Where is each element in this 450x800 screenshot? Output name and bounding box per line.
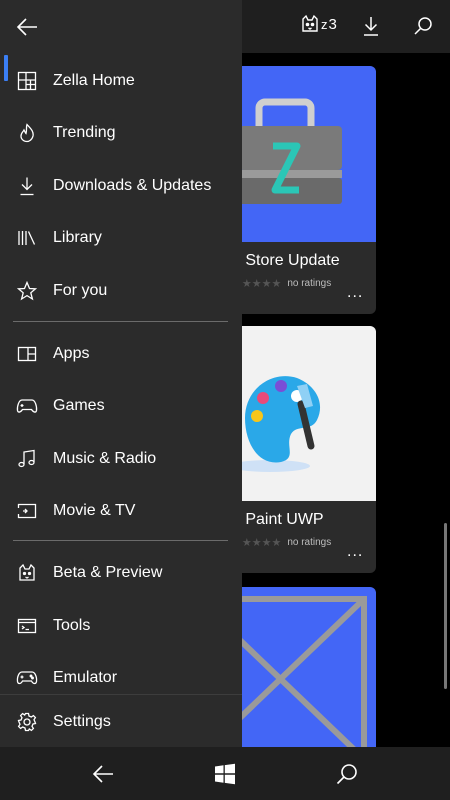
nav-item-music-radio[interactable]: Music & Radio <box>0 434 242 484</box>
console-icon <box>16 615 38 637</box>
nav-item-zella-home[interactable]: Zella Home <box>0 56 242 106</box>
notifications-badge[interactable]: z 3 <box>300 14 337 34</box>
nav-item-library[interactable]: Library <box>0 213 242 263</box>
music-icon <box>16 448 38 470</box>
nav-label: Games <box>53 397 105 414</box>
apps-icon <box>16 343 38 365</box>
flame-icon <box>16 122 38 144</box>
controller-icon <box>16 667 38 689</box>
windows-logo-icon <box>214 763 236 785</box>
download-icon[interactable] <box>358 13 384 39</box>
gear-icon <box>16 711 38 733</box>
badge-count: 3 <box>328 15 337 33</box>
nav-label: Tools <box>53 617 91 634</box>
nav-item-emulator[interactable]: Emulator <box>0 653 242 703</box>
app-rating: ★★★★★ no ratings <box>232 277 331 290</box>
back-button[interactable] <box>12 12 42 42</box>
arrow-left-icon <box>91 764 115 784</box>
nav-item-movie-tv[interactable]: Movie & TV <box>0 486 242 536</box>
nav-item-tools[interactable]: Tools <box>0 601 242 651</box>
nav-item-trending[interactable]: Trending <box>0 108 242 158</box>
star-icon <box>16 280 38 302</box>
gamepad-icon <box>16 395 38 417</box>
app-rating: ★★★★★ no ratings <box>232 536 331 549</box>
rating-text: no ratings <box>287 537 332 548</box>
download-icon <box>16 175 38 197</box>
nav-label: Music & Radio <box>53 450 157 467</box>
system-navigation-bar <box>0 747 450 800</box>
nav-item-for-you[interactable]: For you <box>0 266 242 316</box>
nav-item-downloads-updates[interactable]: Downloads & Updates <box>0 161 242 211</box>
nav-label: Library <box>53 229 102 246</box>
search-icon <box>336 763 358 785</box>
nav-item-games[interactable]: Games <box>0 381 242 431</box>
menu-separator <box>13 321 228 322</box>
nav-item-settings[interactable]: Settings <box>0 697 242 747</box>
home-grid-icon <box>16 70 38 92</box>
nav-label: For you <box>53 282 108 299</box>
system-back-button[interactable] <box>89 760 117 788</box>
nav-label: Beta & Preview <box>53 564 163 581</box>
library-icon <box>16 227 38 249</box>
navigation-drawer: Zella Home Trending Downloads & Updates … <box>0 0 242 747</box>
more-options-button[interactable]: ... <box>347 284 363 302</box>
search-icon[interactable] <box>410 13 436 39</box>
start-button[interactable] <box>211 760 239 788</box>
menu-separator <box>13 540 228 541</box>
badge-z: z <box>321 16 328 32</box>
cat-icon <box>16 562 38 584</box>
system-search-button[interactable] <box>333 760 361 788</box>
arrow-left-icon <box>15 17 39 37</box>
app-title: a Store Update <box>232 252 340 269</box>
movie-icon <box>16 500 38 522</box>
more-options-button[interactable]: ... <box>347 543 363 561</box>
nav-label: Settings <box>53 713 111 730</box>
nav-label: Zella Home <box>53 72 135 89</box>
settings-divider <box>0 694 242 695</box>
nav-label: Apps <box>53 345 90 362</box>
nav-item-apps[interactable]: Apps <box>0 329 242 379</box>
nav-label: Trending <box>53 124 116 141</box>
cat-badge-icon <box>300 14 320 34</box>
rating-text: no ratings <box>287 278 332 289</box>
nav-item-beta-preview[interactable]: Beta & Preview <box>0 548 242 598</box>
nav-label: Emulator <box>53 669 118 686</box>
nav-label: Downloads & Updates <box>53 177 212 194</box>
nav-label: Movie & TV <box>53 502 136 519</box>
app-title: a Paint UWP <box>232 511 324 528</box>
scrollbar[interactable] <box>444 523 447 689</box>
